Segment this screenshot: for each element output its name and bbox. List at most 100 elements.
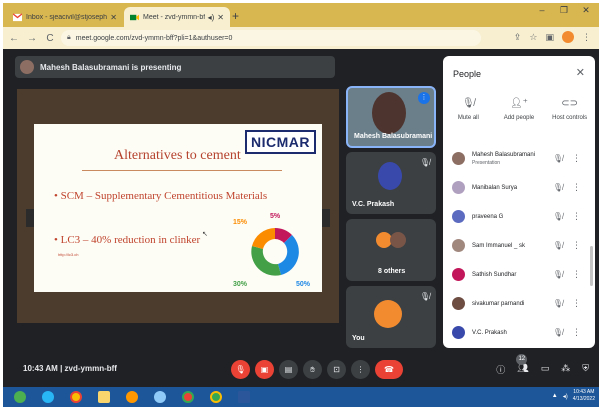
gmail-icon [13,12,22,21]
more-options-icon[interactable]: ⋮ [572,298,581,309]
more-options-icon[interactable]: ⋮ [572,182,581,193]
donut-segment [278,235,299,275]
participant-row[interactable]: Manibalan Surya 🎙︎̸ ⋮ [443,173,595,202]
participant-row[interactable]: Mahesh Balasubramani Presentation 🎙︎̸ ⋮ [443,144,595,173]
captions-button[interactable]: ▤ [279,360,298,379]
minimize-icon[interactable]: – [535,5,549,16]
bookmark-star-icon[interactable]: ☆ [529,32,537,43]
participant-row[interactable]: praveena G 🎙︎̸ ⋮ [443,202,595,231]
mic-toggle-button[interactable]: 🎙︎ [231,360,250,379]
chart-label-50: 50% [296,281,311,288]
new-tab-button[interactable]: + [232,9,239,23]
tray-time: 10:43 AM [573,389,595,395]
toggle-icon: ⊂⊃ [561,98,579,109]
share-icon[interactable]: ⇪ [514,32,522,43]
slide-bullet-scm: • SCM – Supplementary Cementitious Mater… [54,190,268,202]
lock-icon[interactable]: 🔒︎ [67,34,71,42]
restore-icon[interactable]: ❐ [557,5,571,16]
mic-off-icon[interactable]: 🎙︎̸ [553,241,563,250]
network-icon[interactable]: ▲ [552,393,558,399]
chat-icon[interactable]: ▭ [541,363,550,376]
more-options-icon[interactable]: ⋮ [572,211,581,222]
tab-search-icon[interactable]: ▣ [545,32,554,43]
word-icon[interactable] [233,389,255,405]
video-tile-you[interactable]: 🎙︎̸ You [346,286,436,348]
panel-title: People [453,69,482,79]
address-bar[interactable]: 🔒︎ meet.google.com/zvd-ymmn-bff?pli=1&au… [61,30,481,46]
chrome-icon[interactable] [65,389,87,405]
mic-off-icon[interactable]: 🎙︎̸ [553,154,563,163]
start-button[interactable] [9,389,31,405]
more-options-icon[interactable]: ⋮ [572,327,581,338]
host-controls-icon[interactable]: ⛨ [582,363,589,376]
participant-avatar [452,210,465,223]
video-tile-presenter[interactable]: ⋮ Mahesh Balasubramani [346,86,436,148]
explorer-icon[interactable] [93,389,115,405]
mic-off-icon[interactable]: 🎙︎̸ [553,183,563,192]
end-call-button[interactable]: ☎︎ [375,360,403,379]
participant-row[interactable]: Sathish Sundhar 🎙︎̸ ⋮ [443,260,595,289]
back-icon[interactable]: ← [7,33,21,44]
action-label: Add people [503,115,535,121]
paint-icon[interactable] [149,389,171,405]
camera-toggle-button[interactable]: ▣ [255,360,274,379]
close-tab-icon[interactable]: ✕ [217,13,224,22]
tile-name: V.C. Prakash [352,201,395,208]
presenting-banner: Mahesh Balasubramani is presenting [15,56,335,78]
panel-scrollbar[interactable] [590,246,593,286]
participant-avatar [452,239,465,252]
close-tab-icon[interactable]: ✕ [110,13,117,22]
tile-name: Mahesh Balasubramani [354,133,433,140]
reload-icon[interactable]: C [43,33,57,44]
volume-icon[interactable]: ◂) [563,393,568,400]
mic-off-icon: 🎙︎̸ [419,158,430,167]
tab-gmail[interactable]: Inbox - sjeacivil@stjosephs.ac ✕ [7,7,123,27]
slide-link: http://lc3.ch [58,252,79,257]
presenting-text: Mahesh Balasubramani is presenting [40,62,182,72]
close-icon[interactable]: ✕ [576,66,585,79]
chrome-icon[interactable] [205,389,227,405]
participant-name: Mahesh Balasubramani [472,151,536,158]
action-label: Mute all [457,115,479,121]
add-people-button[interactable]: 👤︎⁺ Add people [494,98,544,121]
action-label: Host controls [552,115,588,121]
participant-row[interactable]: V.C. Prakash 🎙︎̸ ⋮ [443,318,595,347]
mic-off-icon[interactable]: 🎙︎̸ [553,328,563,337]
participant-name: praveena G [472,213,504,220]
more-options-button[interactable]: ⋮ [351,360,370,379]
ie-icon[interactable] [37,389,59,405]
people-button[interactable]: 12 👥︎ [516,354,529,376]
more-options-icon[interactable]: ⋮ [572,153,581,164]
participant-row[interactable]: sivakumar parnandi 🎙︎̸ ⋮ [443,289,595,318]
participant-row[interactable]: Sam Immanuel _ sk 🎙︎̸ ⋮ [443,231,595,260]
participant-avatar [452,268,465,281]
mic-off-icon[interactable]: 🎙︎̸ [553,212,563,221]
add-person-icon: 👤︎⁺ [509,98,528,109]
more-options-icon[interactable]: ⋮ [572,240,581,251]
tray-clock[interactable]: 10:43 AM 4/13/2022 [573,389,595,403]
forward-icon[interactable]: → [25,33,39,44]
donut-segment [252,228,275,249]
presenter-avatar [20,60,34,74]
video-tile-others[interactable]: 8 others [346,219,436,281]
more-options-icon[interactable]: ⋮ [572,269,581,280]
tab-title: Meet - zvd-ymmn-bff [143,13,205,21]
profile-avatar-icon[interactable] [562,31,574,43]
meeting-details-icon[interactable]: ⓘ [496,363,505,376]
mute-all-button[interactable]: 🎙︎̸ Mute all [443,98,493,121]
activities-icon[interactable]: ⁂ [561,363,570,376]
raise-hand-button[interactable]: ✋︎ [303,360,322,379]
video-tile-vc-prakash[interactable]: 🎙︎̸ V.C. Prakash [346,152,436,214]
tab-meet[interactable]: Meet - zvd-ymmn-bff ◂) ✕ [124,7,230,27]
self-avatar [374,300,402,328]
menu-dots-icon[interactable]: ⋮ [582,32,591,43]
close-window-icon[interactable]: ✕ [579,5,593,16]
call-controls: 🎙︎ ▣ ▤ ✋︎ ⊡ ⋮ ☎︎ [231,360,403,379]
present-screen-button[interactable]: ⊡ [327,360,346,379]
media-player-icon[interactable] [121,389,143,405]
chrome-icon[interactable] [177,389,199,405]
mic-off-icon[interactable]: 🎙︎̸ [553,299,563,308]
host-controls-button[interactable]: ⊂⊃ Host controls [545,98,595,121]
mic-off-icon[interactable]: 🎙︎̸ [553,270,563,279]
participant-avatar [452,181,465,194]
